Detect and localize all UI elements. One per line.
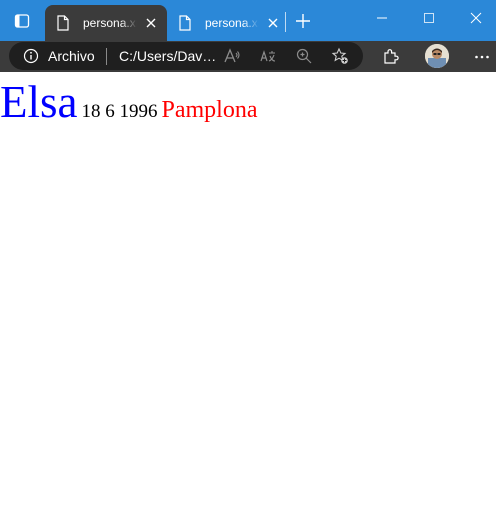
tab-actions-button[interactable] bbox=[6, 8, 38, 34]
more-options-icon[interactable] bbox=[473, 48, 491, 66]
fecha-text: 18 6 1996 bbox=[81, 101, 158, 122]
avatar-image-icon bbox=[425, 44, 449, 68]
tab-inactive[interactable]: persona.xsl bbox=[167, 5, 285, 41]
add-favorite-icon[interactable] bbox=[331, 47, 349, 65]
tab-title: persona.xml bbox=[83, 16, 137, 30]
close-window-button[interactable] bbox=[456, 6, 496, 30]
nombre-text: Elsa bbox=[0, 77, 78, 127]
address-divider bbox=[106, 48, 107, 65]
close-icon bbox=[470, 12, 482, 24]
toolbar: Archivo C:/Users/David/persona.xml bbox=[0, 41, 496, 72]
profile-avatar[interactable] bbox=[425, 44, 449, 68]
page-content: Elsa 18 6 1996 Pamplona bbox=[0, 72, 496, 528]
title-bar: persona.xml persona.xsl bbox=[0, 0, 496, 41]
tab-title: persona.xsl bbox=[205, 16, 259, 30]
tab-active[interactable]: persona.xml bbox=[45, 5, 167, 41]
tab-actions-icon bbox=[14, 14, 30, 28]
document-icon bbox=[179, 15, 191, 31]
new-tab-button[interactable] bbox=[292, 10, 314, 32]
translate-icon[interactable] bbox=[259, 47, 277, 65]
site-info-label[interactable]: Archivo bbox=[48, 48, 95, 64]
close-tab-icon[interactable] bbox=[145, 17, 157, 29]
address-bar[interactable]: Archivo C:/Users/David/persona.xml bbox=[9, 42, 363, 70]
extensions-icon[interactable] bbox=[382, 47, 400, 65]
minimize-button[interactable] bbox=[362, 6, 402, 30]
read-aloud-icon[interactable] bbox=[223, 47, 241, 65]
persona-line: Elsa 18 6 1996 Pamplona bbox=[0, 76, 257, 128]
zoom-icon[interactable] bbox=[295, 47, 313, 65]
url-text[interactable]: C:/Users/David/persona.xml bbox=[119, 48, 217, 64]
close-tab-icon[interactable] bbox=[267, 17, 279, 29]
maximize-icon bbox=[424, 13, 434, 23]
document-icon bbox=[57, 15, 69, 31]
info-icon[interactable] bbox=[23, 48, 39, 64]
maximize-button[interactable] bbox=[409, 6, 449, 30]
tab-divider bbox=[285, 12, 286, 32]
plus-icon bbox=[296, 14, 310, 28]
ciudad-text: Pamplona bbox=[161, 97, 258, 123]
minimize-icon bbox=[377, 17, 387, 19]
